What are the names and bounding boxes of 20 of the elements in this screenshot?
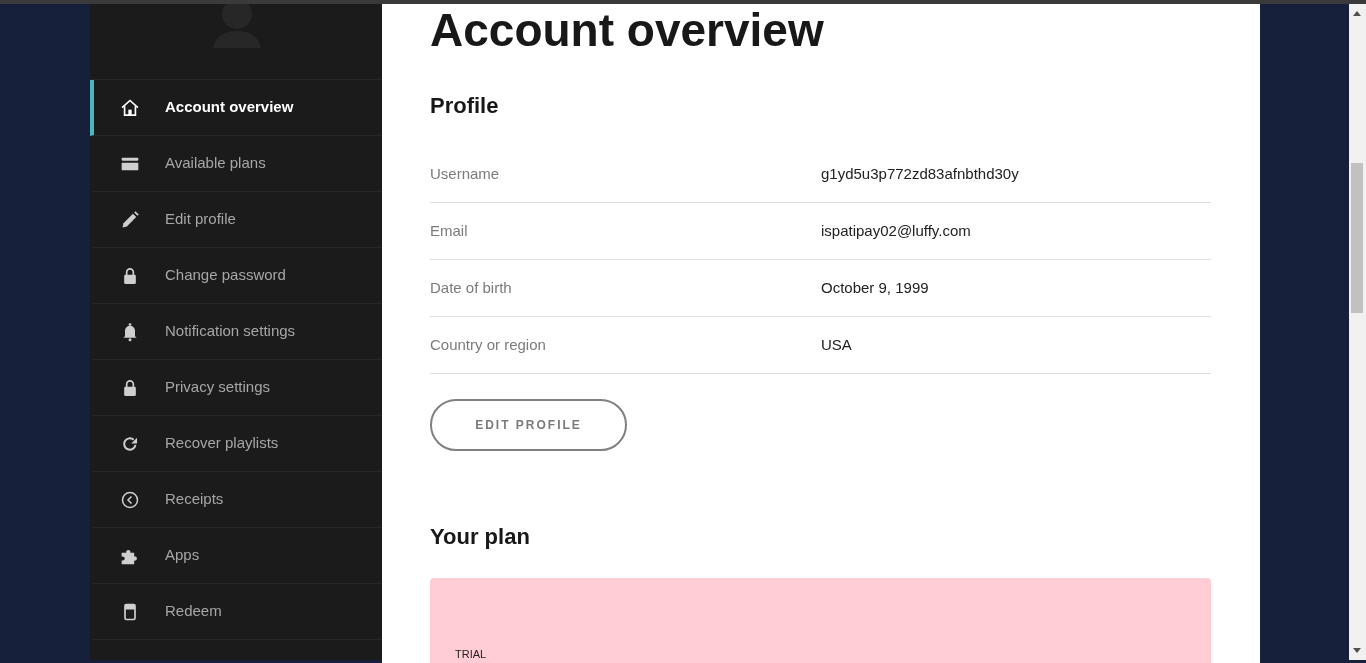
scrollbar-thumb[interactable] xyxy=(1351,163,1363,313)
field-label: Date of birth xyxy=(430,277,513,298)
section-heading: Profile xyxy=(430,92,500,119)
field-value: October 9, 1999 xyxy=(821,277,929,298)
field-value: USA xyxy=(821,334,852,355)
scroll-up-icon[interactable] xyxy=(1353,11,1361,16)
circle-chevron-icon xyxy=(120,489,140,510)
scroll-down-icon[interactable] xyxy=(1353,648,1361,653)
pencil-icon xyxy=(120,209,140,230)
field-label: Country or region xyxy=(430,334,547,355)
plan-type-label: TRIAL xyxy=(455,649,488,661)
page-title: Account overview xyxy=(430,5,825,56)
field-label: Email xyxy=(430,220,469,241)
home-icon xyxy=(120,97,140,118)
section-heading: Your plan xyxy=(430,524,531,551)
field-value: ispatipay02@luffy.com xyxy=(821,220,971,241)
scrollbar[interactable] xyxy=(1349,4,1366,660)
field-label: Username xyxy=(430,163,501,184)
edit-profile-button[interactable]: EDIT PROFILE xyxy=(430,399,627,451)
field-value: g1yd5u3p772zd83afnbthd30y xyxy=(821,163,1019,184)
